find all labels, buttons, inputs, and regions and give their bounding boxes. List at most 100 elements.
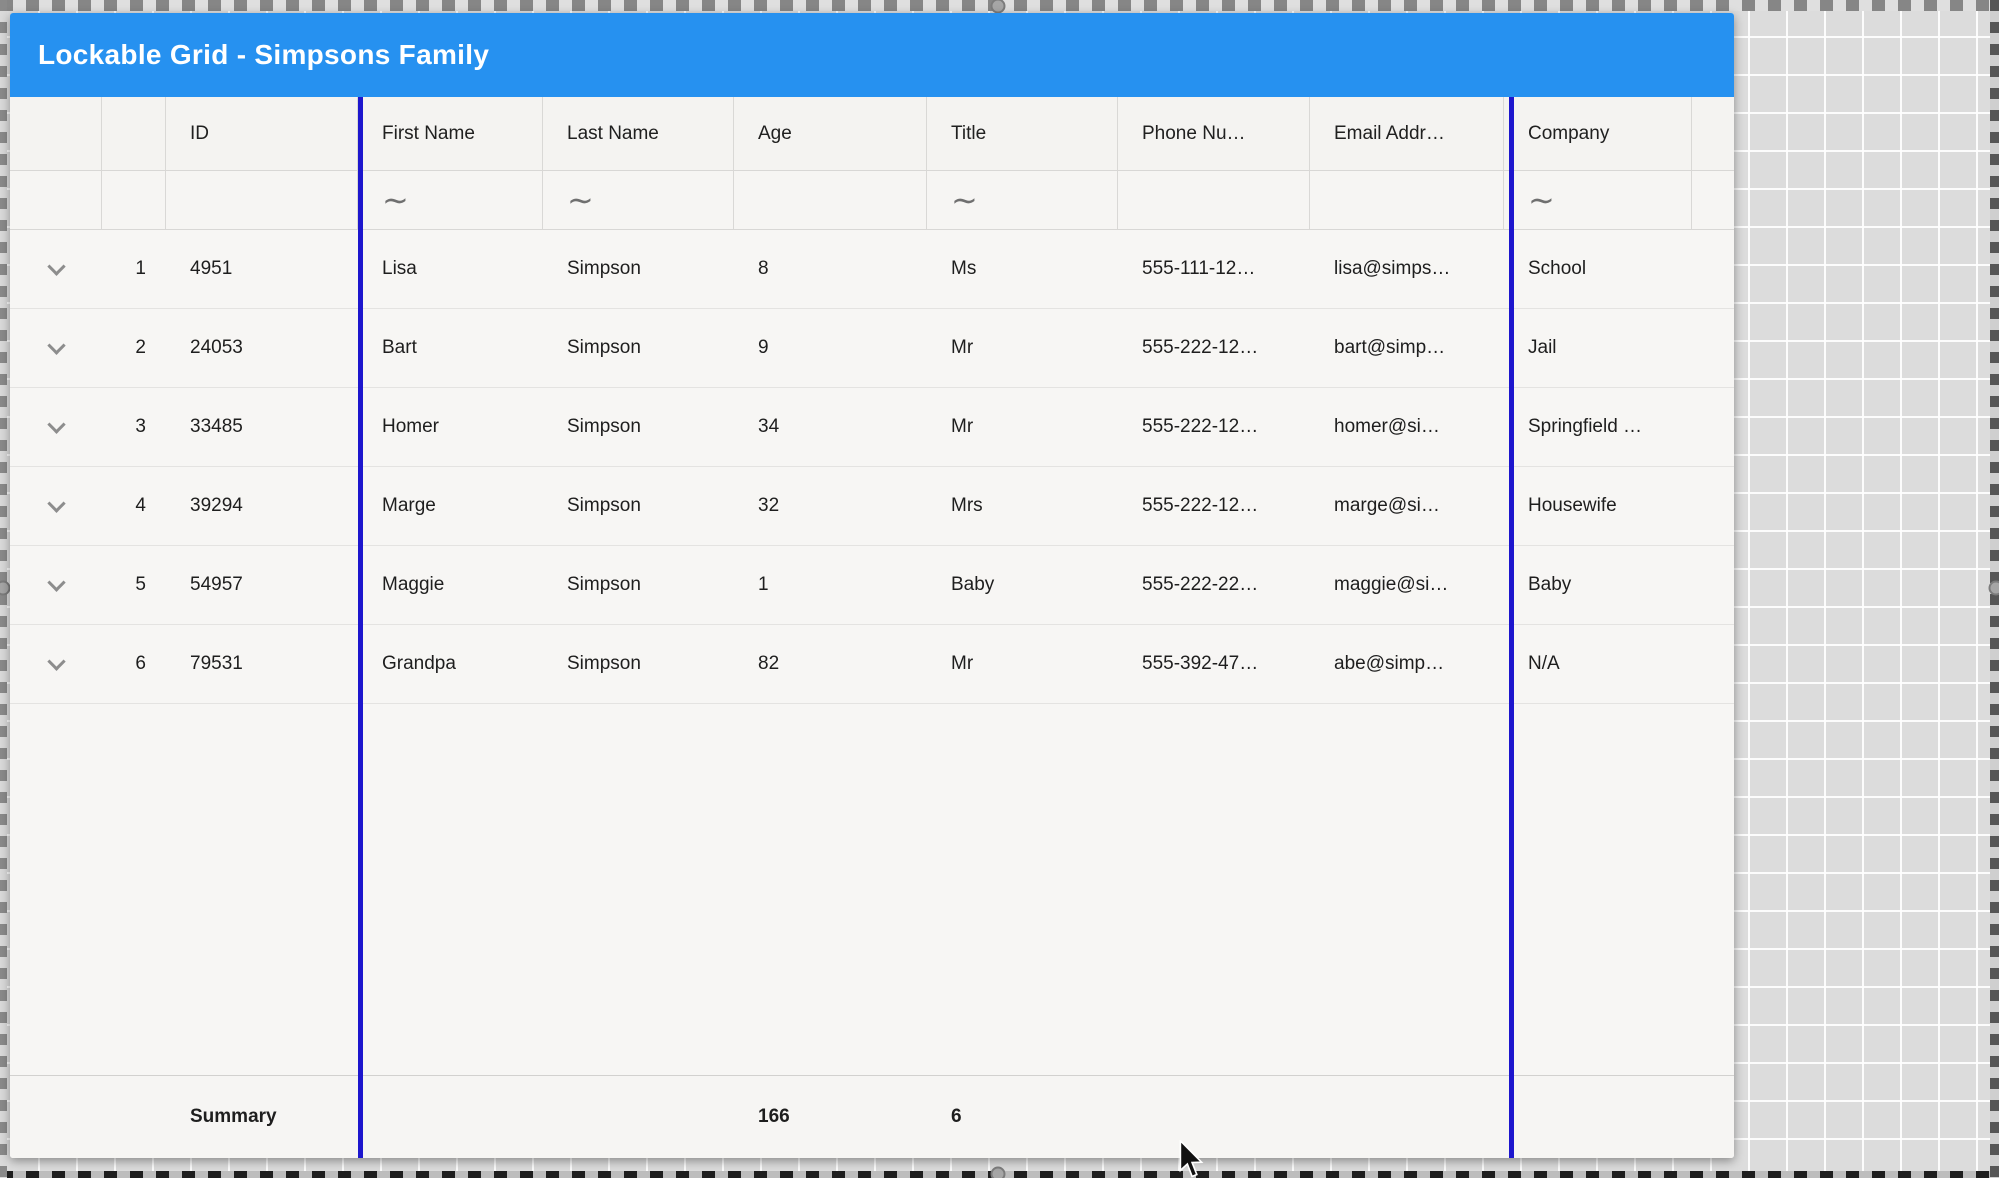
header-label: ID <box>190 123 209 145</box>
cell-num: 5 <box>102 546 166 624</box>
header-cell-exp <box>10 97 102 170</box>
cell-first: Marge <box>358 467 543 545</box>
cell-company: Baby <box>1504 546 1692 624</box>
filter-cell-strip[interactable] <box>1692 171 1724 229</box>
cell-first: Maggie <box>358 546 543 624</box>
cell-email: bart@simp… <box>1310 309 1504 387</box>
cell-exp[interactable] <box>10 309 102 387</box>
filter-cell-email[interactable] <box>1310 171 1504 229</box>
locked-region-splitter-right <box>1509 97 1514 1158</box>
row-expander-chevron-icon[interactable] <box>47 336 65 354</box>
cell-id: 4951 <box>166 230 358 308</box>
cell-phone: 555-222-12… <box>1118 467 1310 545</box>
grid-row[interactable]: 439294MargeSimpson32Mrs555-222-12…marge@… <box>10 467 1734 546</box>
cell-exp[interactable] <box>10 625 102 703</box>
filter-cell-age[interactable] <box>734 171 927 229</box>
cell-id: 39294 <box>166 467 358 545</box>
grid-body: 14951LisaSimpson8Ms555-111-12…lisa@simps… <box>10 230 1734 704</box>
header-cell-first[interactable]: First Name <box>358 97 543 170</box>
filter-cell-last[interactable]: ∼ <box>543 171 734 229</box>
row-expander-chevron-icon[interactable] <box>47 573 65 591</box>
header-cell-company[interactable]: Company <box>1504 97 1692 170</box>
row-expander-chevron-icon[interactable] <box>47 257 65 275</box>
resize-handle-left[interactable] <box>0 581 11 596</box>
summary-cell-id: Summary <box>166 1076 358 1158</box>
header-cell-id[interactable]: ID <box>166 97 358 170</box>
grid-filter-row: ∼ ∼ ∼ ∼ <box>10 171 1734 230</box>
tilde-operator-icon[interactable]: ∼ <box>951 184 978 216</box>
grid-empty-area <box>10 704 1734 1075</box>
row-expander-chevron-icon[interactable] <box>47 652 65 670</box>
header-cell-last[interactable]: Last Name <box>543 97 734 170</box>
cell-num: 4 <box>102 467 166 545</box>
grid-row[interactable]: 224053BartSimpson9Mr555-222-12…bart@simp… <box>10 309 1734 388</box>
summary-cell-strip <box>1692 1076 1724 1158</box>
tilde-operator-icon[interactable]: ∼ <box>382 184 409 216</box>
cell-phone: 555-222-22… <box>1118 546 1310 624</box>
cell-last: Simpson <box>543 388 734 466</box>
grid-row[interactable]: 679531GrandpaSimpson82Mr555-392-47…abe@s… <box>10 625 1734 704</box>
summary-cell-num <box>102 1076 166 1158</box>
cell-id: 79531 <box>166 625 358 703</box>
filter-cell-num[interactable] <box>102 171 166 229</box>
cell-phone: 555-111-12… <box>1118 230 1310 308</box>
filter-cell-first[interactable]: ∼ <box>358 171 543 229</box>
cell-last: Simpson <box>543 230 734 308</box>
cell-company: School <box>1504 230 1692 308</box>
summary-cell-last <box>543 1076 734 1158</box>
header-label: Age <box>758 123 792 145</box>
cell-exp[interactable] <box>10 230 102 308</box>
filter-cell-phone[interactable] <box>1118 171 1310 229</box>
filter-cell-title[interactable]: ∼ <box>927 171 1118 229</box>
header-cell-age[interactable]: Age <box>734 97 927 170</box>
filter-cell-exp[interactable] <box>10 171 102 229</box>
header-label: Title <box>951 123 986 145</box>
header-cell-strip <box>1692 97 1724 170</box>
grid-header-row: ID First Name Last Name Age Title Phone Nu…Em… <box>10 97 1734 171</box>
cell-title: Mr <box>927 625 1118 703</box>
summary-cell-title: 6 <box>927 1076 1118 1158</box>
cell-id: 33485 <box>166 388 358 466</box>
filter-cell-id[interactable] <box>166 171 358 229</box>
resize-handle-bottom[interactable] <box>991 1167 1006 1178</box>
header-cell-title[interactable]: Title <box>927 97 1118 170</box>
filter-cell-company[interactable]: ∼ <box>1504 171 1692 229</box>
window-titlebar[interactable]: Lockable Grid - Simpsons Family <box>10 13 1734 97</box>
cell-id: 24053 <box>166 309 358 387</box>
cell-num: 6 <box>102 625 166 703</box>
cell-company: Springfield … <box>1504 388 1692 466</box>
grid-summary-row: Summary 1666 <box>10 1075 1734 1158</box>
header-cell-email[interactable]: Email Addr… <box>1310 97 1504 170</box>
cell-num: 2 <box>102 309 166 387</box>
tilde-operator-icon[interactable]: ∼ <box>1528 184 1555 216</box>
cell-first: Homer <box>358 388 543 466</box>
tilde-operator-icon[interactable]: ∼ <box>567 184 594 216</box>
cell-exp[interactable] <box>10 467 102 545</box>
header-label: Company <box>1528 123 1609 145</box>
summary-cell-company <box>1504 1076 1692 1158</box>
summary-cell-exp <box>10 1076 102 1158</box>
resize-handle-top[interactable] <box>991 0 1006 14</box>
window-title: Lockable Grid - Simpsons Family <box>38 39 489 71</box>
row-expander-chevron-icon[interactable] <box>47 494 65 512</box>
grid-row[interactable]: 14951LisaSimpson8Ms555-111-12…lisa@simps… <box>10 230 1734 309</box>
summary-cell-phone <box>1118 1076 1310 1158</box>
cell-strip <box>1692 546 1724 624</box>
header-label: Last Name <box>567 123 659 145</box>
cell-strip <box>1692 388 1724 466</box>
grid-row[interactable]: 333485HomerSimpson34Mr555-222-12…homer@s… <box>10 388 1734 467</box>
header-cell-num <box>102 97 166 170</box>
cell-title: Baby <box>927 546 1118 624</box>
grid-row[interactable]: 554957MaggieSimpson1Baby555-222-22…maggi… <box>10 546 1734 625</box>
summary-cell-age: 166 <box>734 1076 927 1158</box>
cell-strip <box>1692 230 1724 308</box>
cell-last: Simpson <box>543 309 734 387</box>
cell-num: 3 <box>102 388 166 466</box>
cell-exp[interactable] <box>10 546 102 624</box>
resize-handle-right[interactable] <box>1989 581 1999 596</box>
grid-window: Lockable Grid - Simpsons Family ID First … <box>10 13 1734 1158</box>
cell-strip <box>1692 467 1724 545</box>
header-cell-phone[interactable]: Phone Nu… <box>1118 97 1310 170</box>
cell-exp[interactable] <box>10 388 102 466</box>
row-expander-chevron-icon[interactable] <box>47 415 65 433</box>
